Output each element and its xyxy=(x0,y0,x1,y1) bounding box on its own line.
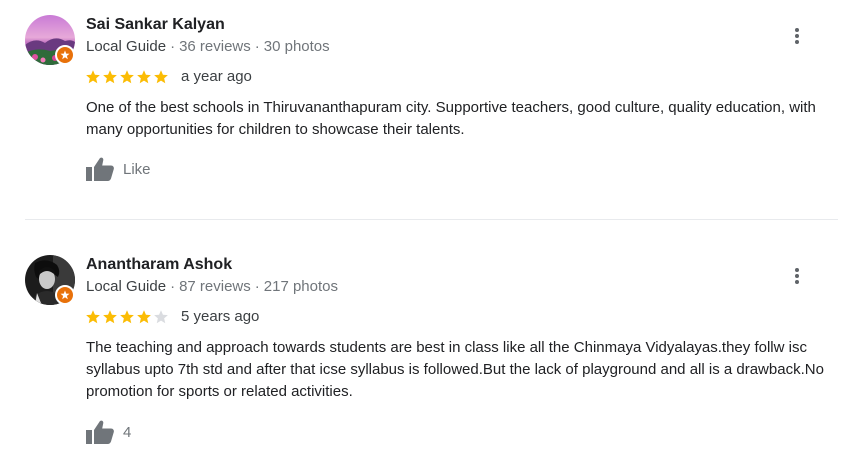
star-filled-icon xyxy=(103,310,117,324)
review-time: a year ago xyxy=(181,68,252,85)
like-button[interactable]: 4 xyxy=(85,419,131,445)
review-divider xyxy=(25,219,838,220)
star-filled-icon xyxy=(137,310,151,324)
meta-separator: · xyxy=(254,278,260,295)
local-guide-badge-icon xyxy=(55,285,75,305)
photos-count: 217 photos xyxy=(263,278,338,295)
star-filled-icon xyxy=(137,70,151,84)
photos-count: 30 photos xyxy=(263,38,330,55)
meta-separator: · xyxy=(254,38,260,55)
reviewer-meta: Local Guide · 87 reviews · 217 photos xyxy=(86,278,338,295)
reviewer-name[interactable]: Anantharam Ashok xyxy=(86,256,232,274)
star-filled-icon xyxy=(86,70,100,84)
like-count: 4 xyxy=(123,423,132,441)
more-options-button[interactable] xyxy=(782,21,812,51)
reviewer-meta: Local Guide · 36 reviews · 30 photos xyxy=(86,38,330,55)
star-filled-icon xyxy=(86,310,100,324)
meta-separator: · xyxy=(170,38,176,55)
star-rating xyxy=(85,309,169,325)
star-empty-icon xyxy=(154,310,168,324)
reviews-count: 87 reviews xyxy=(179,278,251,295)
local-guide-label: Local Guide xyxy=(86,278,167,295)
reviews-count: 36 reviews xyxy=(179,38,251,55)
more-vert-icon xyxy=(795,268,799,284)
local-guide-label: Local Guide xyxy=(86,38,167,55)
star-rating xyxy=(85,69,169,85)
thumbs-up-icon xyxy=(86,420,114,444)
review-text: The teaching and approach towards studen… xyxy=(86,339,824,400)
star-filled-icon xyxy=(120,310,134,324)
like-label: Like xyxy=(123,160,151,178)
review-text: One of the best schools in Thiruvanantha… xyxy=(86,99,816,138)
star-filled-icon xyxy=(103,70,117,84)
local-guide-badge-icon xyxy=(55,45,75,65)
meta-separator: · xyxy=(170,278,176,295)
more-vert-icon xyxy=(795,28,799,44)
reviewer-name[interactable]: Sai Sankar Kalyan xyxy=(86,16,225,34)
thumbs-up-icon xyxy=(86,157,114,181)
review-time: 5 years ago xyxy=(181,308,260,325)
more-options-button[interactable] xyxy=(782,261,812,291)
like-button[interactable]: Like xyxy=(85,156,151,182)
star-filled-icon xyxy=(154,70,168,84)
star-filled-icon xyxy=(120,70,134,84)
